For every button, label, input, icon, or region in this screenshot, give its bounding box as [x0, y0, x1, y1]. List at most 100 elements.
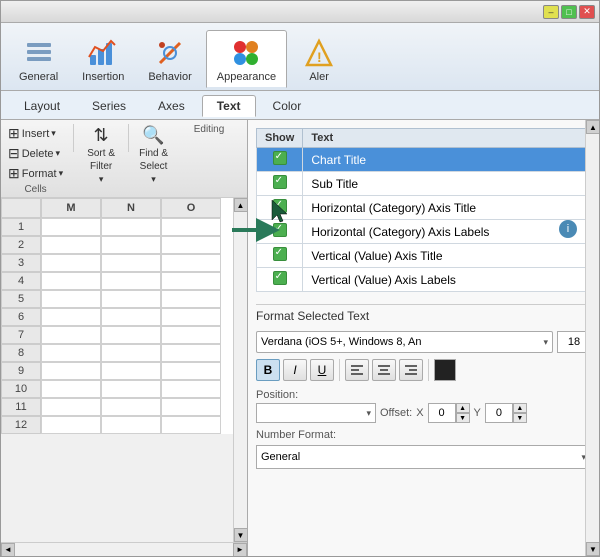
sort-filter-button[interactable]: ⇅ Sort & Filter ▾ [84, 124, 118, 186]
align-left-button[interactable] [345, 359, 369, 381]
horizontal-scrollbar[interactable]: ◄ ► [1, 542, 247, 556]
offset-x-input[interactable]: 0 [428, 403, 456, 423]
sub-tab-text[interactable]: Text [202, 95, 256, 117]
cell-12-M[interactable] [41, 416, 101, 434]
cell-4-M[interactable] [41, 272, 101, 290]
cell-9-N[interactable] [101, 362, 161, 380]
offset-y-up[interactable]: ▲ [513, 403, 527, 413]
bold-button[interactable]: B [256, 359, 280, 381]
cell-5-N[interactable] [101, 290, 161, 308]
tab-appearance[interactable]: Appearance [206, 30, 287, 88]
align-center-button[interactable] [372, 359, 396, 381]
cell-9-O[interactable] [161, 362, 221, 380]
font-color-button[interactable] [434, 359, 456, 381]
find-select-button[interactable]: 🔍 Find & Select ▾ [136, 124, 171, 186]
tab-behavior[interactable]: Behavior [138, 31, 201, 87]
format-button[interactable]: ⊞ Format ▾ [5, 164, 66, 183]
table-row[interactable]: Sub Title [257, 172, 591, 196]
check-chart-title[interactable] [257, 148, 303, 172]
scroll-left-button[interactable]: ◄ [1, 543, 15, 557]
delete-button[interactable]: ⊟ Delete ▾ [5, 144, 66, 163]
cell-8-O[interactable] [161, 344, 221, 362]
offset-y-input[interactable]: 0 [485, 403, 513, 423]
offset-x-down[interactable]: ▼ [456, 413, 470, 423]
text-v-axis-labels[interactable]: Vertical (Value) Axis Labels [303, 268, 591, 292]
text-chart-title[interactable]: Chart Title [303, 148, 591, 172]
sub-tab-layout[interactable]: Layout [9, 95, 75, 117]
offset-y-down[interactable]: ▼ [513, 413, 527, 423]
close-button[interactable]: ✕ [579, 5, 595, 19]
table-row[interactable]: Horizontal (Category) Axis Title [257, 196, 591, 220]
text-v-axis-title[interactable]: Vertical (Value) Axis Title [303, 244, 591, 268]
cell-10-M[interactable] [41, 380, 101, 398]
cell-6-M[interactable] [41, 308, 101, 326]
tab-general[interactable]: General [9, 31, 68, 87]
cell-1-N[interactable] [101, 218, 161, 236]
checkbox-sub-title[interactable] [273, 175, 287, 189]
cell-3-M[interactable] [41, 254, 101, 272]
cell-2-O[interactable] [161, 236, 221, 254]
text-h-axis-title[interactable]: Horizontal (Category) Axis Title [303, 196, 591, 220]
cell-5-O[interactable] [161, 290, 221, 308]
minimize-button[interactable]: – [543, 5, 559, 19]
check-sub-title[interactable] [257, 172, 303, 196]
cell-6-N[interactable] [101, 308, 161, 326]
cell-3-O[interactable] [161, 254, 221, 272]
cell-10-O[interactable] [161, 380, 221, 398]
cell-7-M[interactable] [41, 326, 101, 344]
insert-button[interactable]: ⊞ Insert ▾ [5, 124, 66, 143]
scroll-down-button[interactable]: ▼ [234, 528, 248, 542]
maximize-button[interactable]: □ [561, 5, 577, 19]
cell-1-M[interactable] [41, 218, 101, 236]
table-row[interactable]: Vertical (Value) Axis Title [257, 244, 591, 268]
cell-12-O[interactable] [161, 416, 221, 434]
underline-button[interactable]: U [310, 359, 334, 381]
panel-scrollbar[interactable]: ▲ ▼ [585, 120, 599, 556]
tab-alerts[interactable]: ! Aler [291, 31, 347, 87]
text-h-axis-labels[interactable]: Horizontal (Category) Axis Labels [303, 220, 591, 244]
sub-tab-axes[interactable]: Axes [143, 95, 200, 117]
cell-11-M[interactable] [41, 398, 101, 416]
cell-1-O[interactable] [161, 218, 221, 236]
vertical-scrollbar[interactable]: ▲ ▼ [233, 198, 247, 542]
checkbox-v-axis-title[interactable] [273, 247, 287, 261]
cell-2-M[interactable] [41, 236, 101, 254]
panel-scroll-up[interactable]: ▲ [586, 120, 599, 134]
scroll-up-button[interactable]: ▲ [234, 198, 248, 212]
offset-y-spinner[interactable]: ▲ ▼ [513, 403, 527, 423]
tab-insertion[interactable]: Insertion [72, 31, 134, 87]
italic-button[interactable]: I [283, 359, 307, 381]
cell-4-N[interactable] [101, 272, 161, 290]
cell-8-N[interactable] [101, 344, 161, 362]
info-icon[interactable]: i [559, 220, 577, 238]
cell-9-M[interactable] [41, 362, 101, 380]
checkbox-chart-title[interactable] [273, 151, 287, 165]
position-select[interactable]: ▾ [256, 403, 376, 423]
cell-7-N[interactable] [101, 326, 161, 344]
sub-tab-series[interactable]: Series [77, 95, 141, 117]
cell-5-M[interactable] [41, 290, 101, 308]
scroll-right-button[interactable]: ► [233, 543, 247, 557]
check-v-axis-labels[interactable] [257, 268, 303, 292]
table-row[interactable]: Vertical (Value) Axis Labels [257, 268, 591, 292]
panel-scroll-down[interactable]: ▼ [586, 542, 599, 556]
cell-11-O[interactable] [161, 398, 221, 416]
cell-3-N[interactable] [101, 254, 161, 272]
offset-x-up[interactable]: ▲ [456, 403, 470, 413]
offset-x-spinner[interactable]: ▲ ▼ [456, 403, 470, 423]
cell-8-M[interactable] [41, 344, 101, 362]
number-format-select[interactable]: General ▾ [256, 445, 591, 469]
font-name-select[interactable]: Verdana (iOS 5+, Windows 8, Andr ▾ [256, 331, 553, 353]
cell-2-N[interactable] [101, 236, 161, 254]
cell-6-O[interactable] [161, 308, 221, 326]
cell-7-O[interactable] [161, 326, 221, 344]
cell-4-O[interactable] [161, 272, 221, 290]
table-row[interactable]: Chart Title [257, 148, 591, 172]
cell-11-N[interactable] [101, 398, 161, 416]
table-row[interactable]: Horizontal (Category) Axis Labels [257, 220, 591, 244]
sub-tab-color[interactable]: Color [258, 95, 317, 117]
cell-10-N[interactable] [101, 380, 161, 398]
align-right-button[interactable] [399, 359, 423, 381]
cell-12-N[interactable] [101, 416, 161, 434]
text-sub-title[interactable]: Sub Title [303, 172, 591, 196]
